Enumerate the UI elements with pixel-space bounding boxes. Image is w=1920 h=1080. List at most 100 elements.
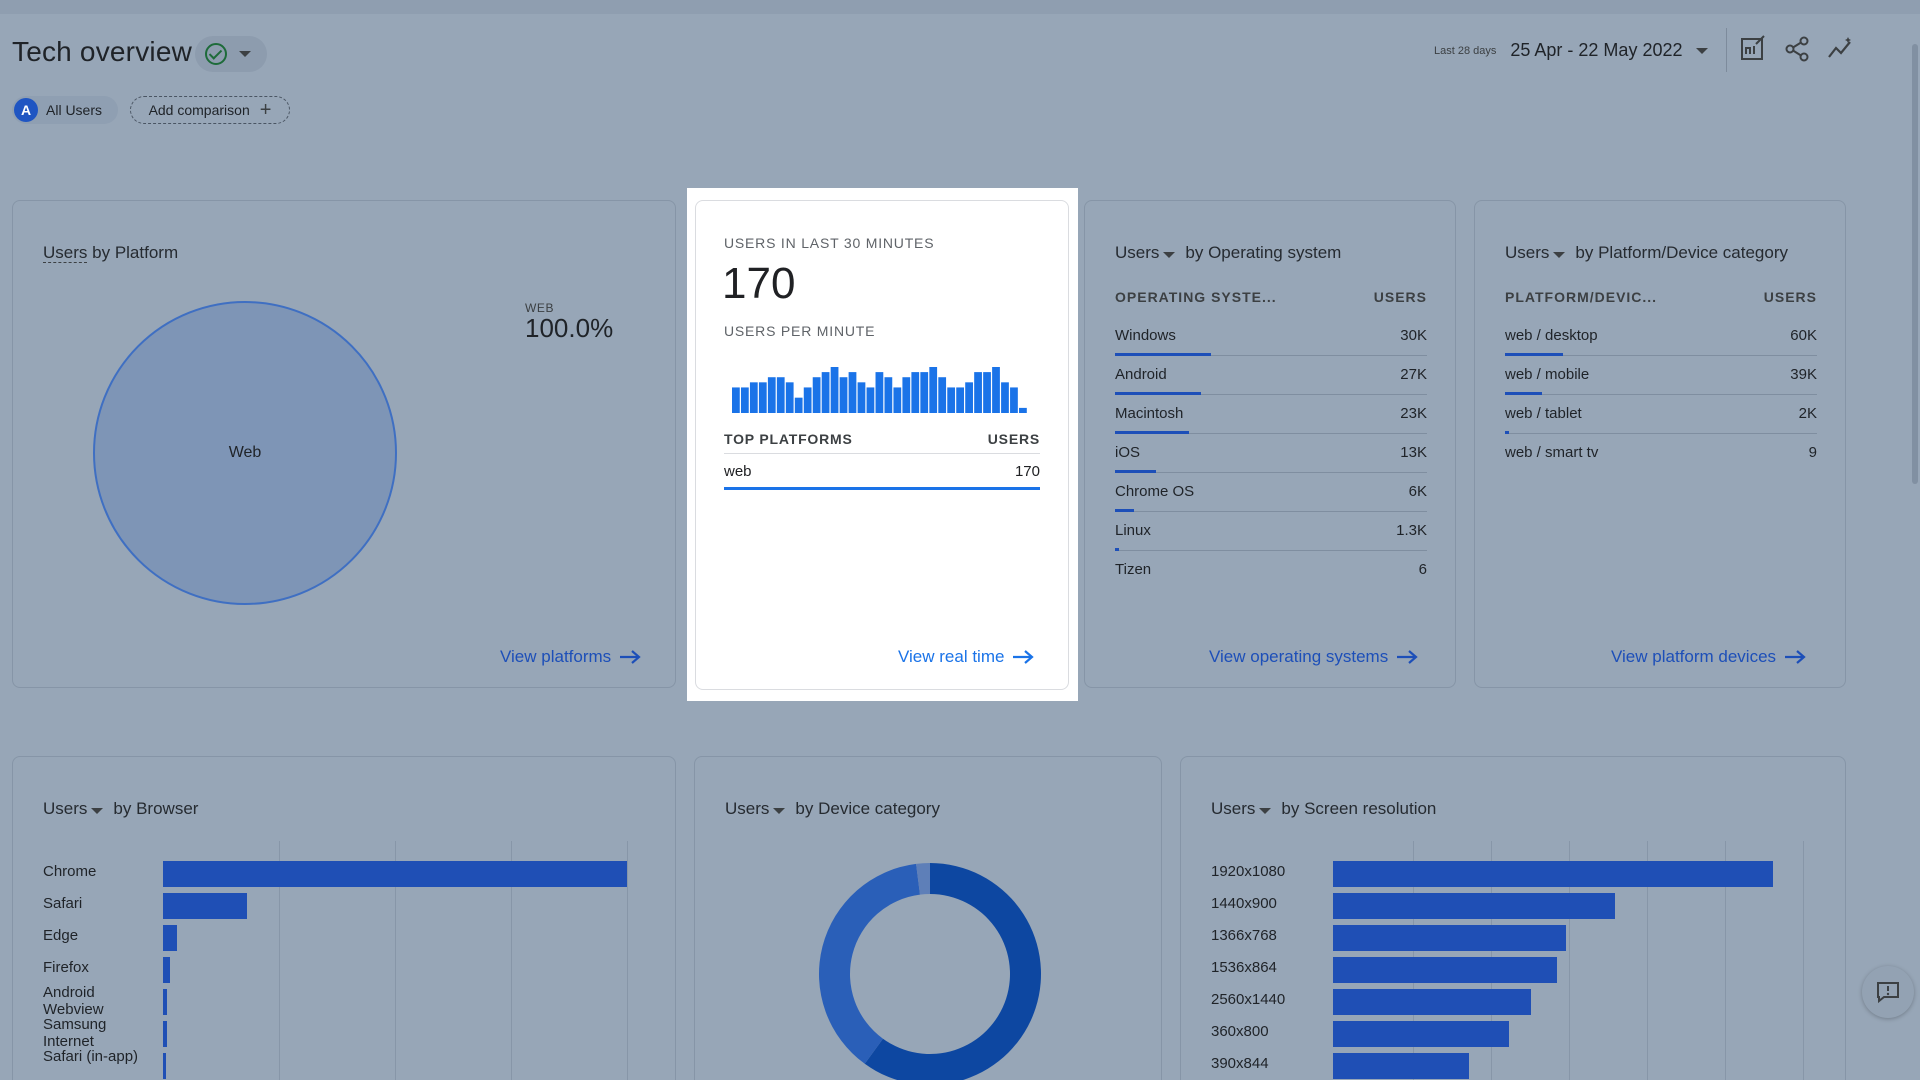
- pie-slice-web[interactable]: Web: [93, 301, 397, 605]
- minute-bar[interactable]: [893, 387, 902, 413]
- metric-label: Users: [725, 799, 770, 818]
- users-per-minute-chart[interactable]: [732, 361, 1028, 413]
- scrollbar-thumb[interactable]: [1912, 44, 1918, 484]
- bar[interactable]: [163, 893, 247, 919]
- bar[interactable]: [163, 925, 177, 951]
- bar[interactable]: [163, 957, 170, 983]
- bar-label: Firefox: [43, 959, 89, 976]
- minute-bar[interactable]: [749, 382, 758, 413]
- table-row[interactable]: Windows 30K: [1115, 317, 1427, 356]
- minute-bar[interactable]: [1019, 407, 1027, 413]
- minute-bar[interactable]: [974, 372, 982, 413]
- bar[interactable]: [1333, 893, 1615, 919]
- minute-bar[interactable]: [920, 372, 929, 413]
- share-icon[interactable]: [1782, 34, 1812, 64]
- bar[interactable]: [1333, 925, 1567, 951]
- card-title: Users by Device category: [725, 799, 940, 819]
- minute-bar[interactable]: [857, 382, 866, 413]
- minute-bar[interactable]: [794, 397, 803, 413]
- bar-label: Samsung Internet: [43, 1016, 107, 1050]
- bar[interactable]: [163, 861, 627, 887]
- minute-bar[interactable]: [947, 387, 956, 413]
- minute-bar[interactable]: [956, 387, 965, 413]
- minute-bar[interactable]: [1010, 387, 1018, 413]
- minute-bar[interactable]: [965, 382, 973, 413]
- bar[interactable]: [1333, 957, 1558, 983]
- minute-bar[interactable]: [758, 382, 767, 413]
- minute-bar[interactable]: [938, 377, 947, 413]
- table-row[interactable]: Android 27K: [1115, 356, 1427, 395]
- metric-dropdown[interactable]: Users: [1505, 243, 1566, 263]
- row-value: 39K: [1790, 366, 1817, 383]
- minute-bar[interactable]: [866, 387, 875, 413]
- minute-bar[interactable]: [812, 377, 821, 413]
- minute-bar[interactable]: [875, 372, 884, 413]
- column-header-users: USERS: [1763, 289, 1817, 305]
- view-platform-devices-link[interactable]: View platform devices: [1611, 647, 1806, 667]
- table-row[interactable]: iOS 13K: [1115, 434, 1427, 473]
- link-label: View operating systems: [1209, 647, 1389, 666]
- minute-bar[interactable]: [732, 387, 740, 413]
- row-value: 27K: [1400, 366, 1427, 383]
- minute-bar[interactable]: [767, 377, 776, 413]
- device-category-donut[interactable]: [817, 861, 1043, 1080]
- metric-dropdown[interactable]: Users: [43, 799, 104, 819]
- minute-bar[interactable]: [848, 372, 857, 413]
- minute-bar[interactable]: [902, 377, 911, 413]
- minute-bar[interactable]: [929, 367, 938, 413]
- segment-chip-all-users[interactable]: A All Users: [12, 96, 118, 124]
- bar[interactable]: [163, 1021, 167, 1047]
- metric-dropdown[interactable]: Users: [725, 799, 786, 819]
- minute-bar[interactable]: [983, 372, 991, 413]
- view-real-time-link[interactable]: View real time: [898, 647, 1035, 667]
- minute-bar[interactable]: [884, 377, 893, 413]
- minute-bar[interactable]: [803, 387, 812, 413]
- add-comparison-button[interactable]: Add comparison +: [130, 96, 290, 124]
- date-range-picker[interactable]: Last 28 days 25 Apr - 22 May 2022: [1434, 40, 1709, 61]
- minute-bar[interactable]: [776, 377, 785, 413]
- table-row[interactable]: web / smart tv 9: [1505, 434, 1817, 473]
- dimension-label: by Platform/Device category: [1575, 243, 1788, 262]
- table-row[interactable]: Tizen 6: [1115, 551, 1427, 590]
- minute-bar[interactable]: [740, 387, 749, 413]
- customize-report-icon[interactable]: [1738, 34, 1768, 64]
- report-status-dropdown[interactable]: [195, 36, 267, 72]
- metric-label[interactable]: Users: [43, 243, 88, 263]
- row-name: web / tablet: [1505, 405, 1582, 422]
- arrow-right-icon: [1013, 650, 1035, 664]
- minute-bar[interactable]: [785, 382, 794, 413]
- table-row[interactable]: Macintosh 23K: [1115, 395, 1427, 434]
- dimension-label: by Screen resolution: [1281, 799, 1437, 818]
- table-row[interactable]: Chrome OS 6K: [1115, 473, 1427, 512]
- insights-icon[interactable]: [1826, 34, 1856, 64]
- bar[interactable]: [1333, 861, 1773, 887]
- bar[interactable]: [163, 1053, 166, 1079]
- metric-dropdown[interactable]: Users: [1115, 243, 1176, 263]
- table-row[interactable]: Linux 1.3K: [1115, 512, 1427, 551]
- minute-bar[interactable]: [992, 367, 1000, 413]
- table-row[interactable]: web / mobile 39K: [1505, 356, 1817, 395]
- view-platforms-link[interactable]: View platforms: [500, 647, 641, 667]
- users-column-header: USERS: [987, 431, 1040, 447]
- donut-slice[interactable]: [819, 863, 920, 1064]
- bar[interactable]: [1333, 1053, 1470, 1079]
- row-value: 2K: [1798, 405, 1817, 422]
- bar[interactable]: [1333, 989, 1531, 1015]
- scrollbar-track[interactable]: [1908, 14, 1920, 1080]
- column-header-users: USERS: [1373, 289, 1427, 305]
- minute-bar[interactable]: [839, 377, 848, 413]
- view-operating-systems-link[interactable]: View operating systems: [1209, 647, 1418, 667]
- feedback-button[interactable]: [1862, 966, 1914, 1018]
- metric-dropdown[interactable]: Users: [1211, 799, 1272, 819]
- row-name: web / desktop: [1505, 327, 1598, 344]
- bar-label: Safari: [43, 895, 83, 912]
- bar[interactable]: [163, 989, 167, 1015]
- minute-bar[interactable]: [830, 367, 839, 413]
- minute-bar[interactable]: [911, 372, 920, 413]
- minute-bar[interactable]: [1001, 382, 1009, 413]
- minute-bar[interactable]: [821, 372, 830, 413]
- metric-label: Users: [1505, 243, 1550, 262]
- bar[interactable]: [1333, 1021, 1509, 1047]
- table-row[interactable]: web / desktop 60K: [1505, 317, 1817, 356]
- table-row[interactable]: web / tablet 2K: [1505, 395, 1817, 434]
